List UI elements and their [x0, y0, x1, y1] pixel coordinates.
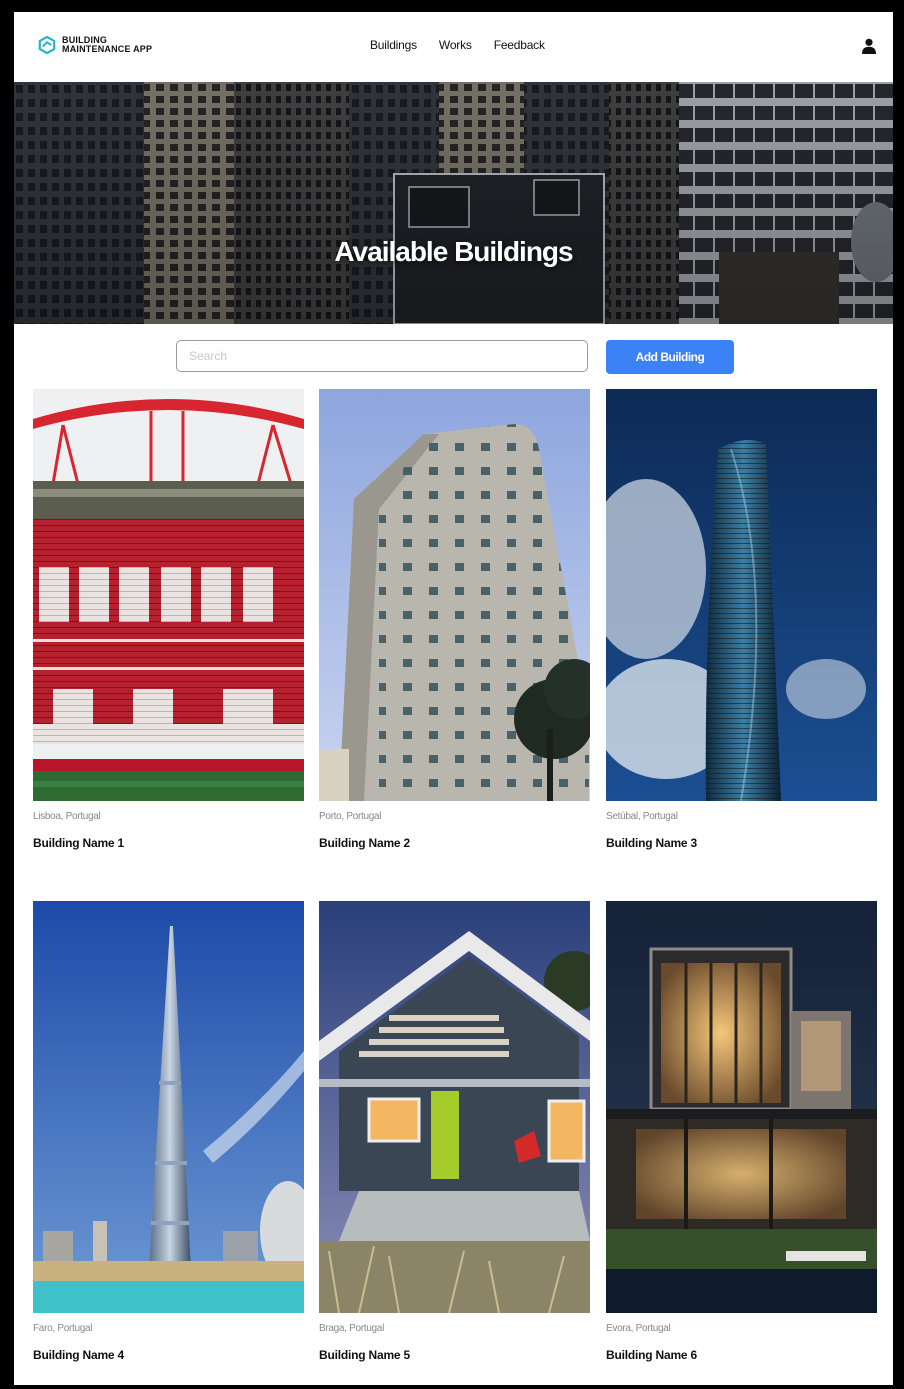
building-location: Evora, Portugal	[606, 1323, 671, 1334]
logo-text: BUILDING MAINTENANCE APP	[62, 36, 152, 54]
building-location: Porto, Portugal	[319, 811, 382, 822]
hero-city-image	[14, 82, 893, 324]
building-location: Faro, Portugal	[33, 1323, 93, 1334]
building-name[interactable]: Building Name 3	[606, 836, 877, 850]
building-name[interactable]: Building Name 2	[319, 836, 590, 850]
page-title: Available Buildings	[334, 236, 573, 267]
building-name[interactable]: Building Name 1	[33, 836, 304, 850]
logo-icon	[38, 36, 56, 54]
nav-feedback[interactable]: Feedback	[494, 38, 545, 52]
building-location: Setúbal, Portugal	[606, 811, 678, 822]
building-name[interactable]: Building Name 4	[33, 1348, 304, 1362]
building-image[interactable]	[33, 389, 304, 801]
building-image[interactable]	[319, 901, 590, 1313]
building-location: Lisboa, Portugal	[33, 811, 101, 822]
building-name[interactable]: Building Name 6	[606, 1348, 877, 1362]
night-villa-photo	[606, 901, 877, 1313]
modern-house-photo	[319, 901, 590, 1313]
logo-line-2: MAINTENANCE APP	[62, 44, 153, 54]
building-card[interactable]: Lisboa, Portugal Building Name 1	[33, 389, 304, 850]
building-image[interactable]	[319, 389, 590, 801]
building-image[interactable]	[606, 389, 877, 801]
building-image[interactable]	[33, 901, 304, 1313]
building-card[interactable]: Braga, Portugal Building Name 5	[319, 901, 590, 1362]
white-tower-photo	[319, 389, 590, 801]
burj-tower-photo	[33, 901, 304, 1313]
app-window: BUILDING MAINTENANCE APP Buildings Works…	[10, 8, 897, 1389]
building-card[interactable]: Porto, Portugal Building Name 2	[319, 389, 590, 850]
top-navbar: BUILDING MAINTENANCE APP Buildings Works…	[14, 12, 893, 82]
stadium-photo	[33, 389, 304, 801]
twisted-skyscraper-photo	[606, 389, 877, 801]
search-input[interactable]	[176, 340, 588, 372]
hero-banner: Available Buildings	[14, 82, 893, 324]
building-card[interactable]: Evora, Portugal Building Name 6	[606, 901, 877, 1362]
nav-buildings[interactable]: Buildings	[370, 38, 417, 52]
nav-works[interactable]: Works	[439, 38, 472, 52]
building-card[interactable]: Setúbal, Portugal Building Name 3	[606, 389, 877, 850]
building-name[interactable]: Building Name 5	[319, 1348, 590, 1362]
app-logo[interactable]: BUILDING MAINTENANCE APP	[38, 36, 152, 54]
main-nav: Buildings Works Feedback	[370, 38, 545, 52]
building-image[interactable]	[606, 901, 877, 1313]
building-card[interactable]: Faro, Portugal Building Name 4	[33, 901, 304, 1362]
building-location: Braga, Portugal	[319, 1323, 384, 1334]
add-building-button[interactable]: Add Building	[606, 340, 734, 374]
user-icon[interactable]	[862, 38, 876, 54]
